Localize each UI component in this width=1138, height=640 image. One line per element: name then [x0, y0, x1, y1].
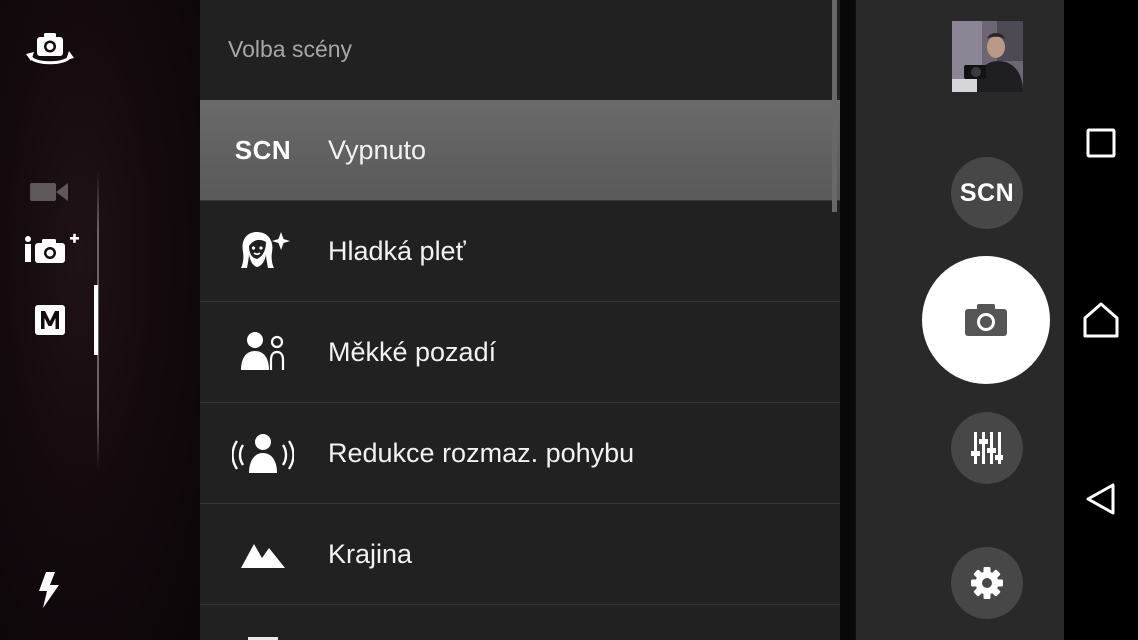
menu-scrollbar[interactable]	[832, 0, 837, 212]
square-recents-icon	[1086, 128, 1116, 158]
soft-background-person-icon	[228, 322, 298, 382]
flash-button[interactable]	[32, 568, 66, 612]
manual-mode-icon	[35, 305, 65, 335]
manual-mode-button[interactable]	[30, 300, 70, 340]
flash-icon	[39, 572, 59, 608]
home-icon	[1083, 302, 1119, 338]
scene-item-landscape[interactable]: Krajina	[200, 504, 840, 605]
recents-button[interactable]	[1078, 120, 1124, 166]
camera-icon	[965, 304, 1007, 336]
landscape-mountain-icon	[228, 524, 298, 584]
scene-item-label: Krajina	[328, 538, 413, 569]
scene-button-label: SCN	[959, 178, 1015, 207]
scene-item-anti-motion-blur[interactable]: Redukce rozmaz. pohybu	[200, 403, 840, 504]
switch-camera-button[interactable]	[22, 28, 78, 72]
scene-item-off[interactable]: SCN Vypnuto	[200, 100, 840, 201]
camera-viewfinder[interactable]	[0, 0, 200, 640]
sliders-button[interactable]	[951, 412, 1023, 484]
home-button[interactable]	[1078, 297, 1124, 343]
scene-item-label: Redukce rozmaz. pohybu	[328, 437, 635, 468]
mode-rail-active-indicator	[94, 285, 98, 355]
settings-button[interactable]	[951, 547, 1023, 619]
soft-skin-face-icon	[228, 221, 298, 281]
scene-item-soft-background[interactable]: Měkké pozadí	[200, 302, 840, 403]
anti-motion-blur-icon	[228, 423, 298, 483]
shutter-button[interactable]	[922, 256, 1050, 384]
scene-item-label: Měkké pozadí	[328, 336, 497, 367]
system-navigation-bar	[1064, 0, 1138, 640]
video-camera-icon	[30, 183, 68, 201]
scene-item-soft-skin[interactable]: Hladká pleť	[200, 201, 840, 302]
intelligent-auto-icon	[25, 233, 79, 263]
scene-item-label: Hladká pleť	[328, 235, 466, 266]
menu-title: Volba scény	[228, 36, 353, 62]
superior-auto-mode-button[interactable]	[22, 230, 82, 268]
sliders-icon	[971, 432, 1003, 464]
scene-item-label: Vypnuto	[328, 134, 427, 165]
scene-list: SCN Vypnuto Hladká pleť Měkké pozadí Red…	[200, 100, 840, 640]
thumbnail-photo-icon	[952, 21, 1023, 92]
scn-icon-label: SCN	[234, 134, 292, 165]
scn-text-icon: SCN	[228, 120, 298, 180]
camera-controls-panel: SCN	[854, 0, 1064, 640]
switch-camera-icon	[26, 33, 74, 65]
gear-icon	[971, 567, 1003, 599]
scene-button[interactable]: SCN	[951, 157, 1023, 229]
back-triangle-icon	[1086, 483, 1115, 515]
back-button[interactable]	[1078, 476, 1124, 522]
last-photo-thumbnail[interactable]	[952, 21, 1023, 92]
video-mode-button[interactable]	[26, 175, 72, 209]
scene-selection-menu: Volba scény SCN Vypnuto Hladká pleť Měkk…	[200, 0, 840, 640]
scene-item-next-partial[interactable]	[200, 605, 840, 640]
